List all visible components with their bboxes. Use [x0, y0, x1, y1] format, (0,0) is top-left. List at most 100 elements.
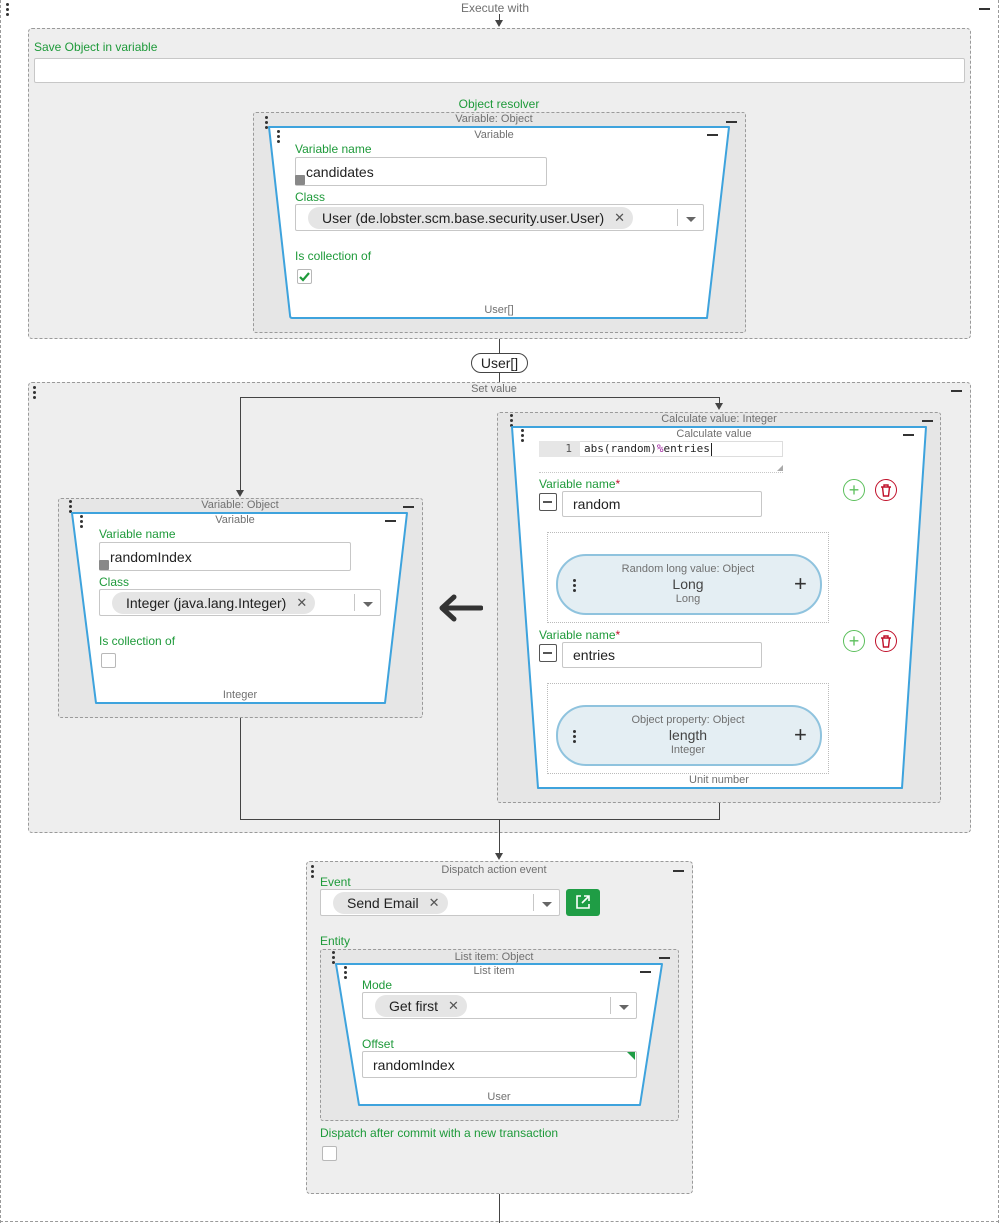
chevron-down-icon[interactable]: [363, 602, 373, 607]
index-class-select[interactable]: Integer (java.lang.Integer) ✕: [99, 589, 381, 616]
index-is-collection-checkbox[interactable]: [101, 653, 116, 668]
index-varname-input[interactable]: randomIndex: [99, 542, 351, 571]
expand-icon[interactable]: [99, 560, 109, 570]
code-line-gutter: 1: [539, 441, 580, 457]
outer-collapse-button[interactable]: [979, 8, 990, 10]
object-property-name: length: [668, 727, 708, 743]
random-long-menu[interactable]: [573, 579, 577, 592]
checkmark-icon: [299, 272, 310, 282]
add-circle-icon[interactable]: +: [843, 479, 865, 501]
variable-card-menu[interactable]: [277, 130, 281, 143]
remove-chip-icon[interactable]: ✕: [448, 998, 459, 1014]
class-select[interactable]: User (de.lobster.scm.base.security.user.…: [295, 204, 704, 231]
variable-object-title: Variable: Object: [455, 113, 533, 125]
list-item-card-menu[interactable]: [344, 966, 348, 979]
trash-icon[interactable]: [875, 630, 897, 652]
variable-card-title: Variable: [474, 129, 514, 141]
class-chip-label: User (de.lobster.scm.base.security.user.…: [322, 210, 605, 226]
execute-with-title: Execute with: [460, 1, 530, 15]
mode-chip[interactable]: Get first ✕: [375, 995, 467, 1017]
object-property-menu[interactable]: [573, 730, 577, 743]
var2-label-text: Variable name: [539, 628, 616, 642]
offset-label: Offset: [362, 1037, 394, 1051]
object-resolver-label: Object resolver: [458, 97, 540, 111]
calculate-value-footer: Unit number: [689, 774, 749, 786]
code-editor[interactable]: 1 abs(random)%entries: [539, 441, 783, 473]
add-circle-icon[interactable]: +: [843, 630, 865, 652]
dispatch-menu[interactable]: [311, 865, 315, 878]
trash-glyph-icon: [881, 483, 891, 497]
var2-label: Variable name*: [539, 628, 620, 642]
variable-name-input[interactable]: candidates: [295, 157, 547, 186]
save-object-label: Save Object in variable: [34, 40, 158, 54]
event-chip[interactable]: Send Email ✕: [333, 892, 448, 914]
expand-icon[interactable]: [295, 175, 305, 185]
event-label: Event: [320, 875, 351, 889]
external-link-button[interactable]: [566, 889, 600, 916]
mode-select[interactable]: Get first ✕: [362, 992, 637, 1019]
variable-object-collapse[interactable]: [726, 121, 737, 123]
offset-input[interactable]: randomIndex: [362, 1051, 637, 1078]
dispatch-title: Dispatch action event: [441, 864, 547, 876]
index-class-chip[interactable]: Integer (java.lang.Integer) ✕: [112, 592, 316, 614]
chevron-down-icon[interactable]: [619, 1005, 629, 1010]
add-icon[interactable]: +: [794, 573, 807, 595]
event-select[interactable]: Send Email ✕: [320, 889, 560, 916]
external-link-icon: [576, 895, 590, 909]
variable-index-collapse[interactable]: [403, 506, 414, 508]
save-object-input[interactable]: [34, 58, 965, 83]
variable-card-footer: User[]: [484, 304, 514, 316]
variable-index-card-collapse[interactable]: [385, 520, 396, 522]
collapse-square-icon[interactable]: [539, 644, 557, 662]
chevron-down-icon[interactable]: [686, 217, 696, 222]
list-item-collapse[interactable]: [659, 957, 670, 959]
list-item-inner-title: List item: [473, 965, 515, 977]
calculate-value-inner-title: Calculate value: [676, 428, 752, 440]
dispatch-collapse[interactable]: [673, 870, 684, 872]
code-line-number: 1: [565, 442, 572, 455]
code-text-2: entries: [663, 442, 710, 455]
chevron-down-icon[interactable]: [542, 902, 552, 907]
index-is-collection-label: Is collection of: [99, 634, 176, 648]
remove-chip-icon[interactable]: ✕: [614, 210, 625, 226]
class-chip[interactable]: User (de.lobster.scm.base.security.user.…: [308, 207, 634, 229]
set-value-menu[interactable]: [33, 386, 37, 399]
random-long-name: Long: [672, 576, 704, 592]
set-value-title: Set value: [471, 383, 517, 395]
resize-handle-icon[interactable]: [777, 465, 783, 471]
collapse-square-icon[interactable]: [539, 493, 557, 511]
required-marker: *: [615, 477, 621, 491]
type-badge: User[]: [471, 353, 528, 373]
calculate-value-card-collapse[interactable]: [903, 434, 914, 436]
variable-index-card-menu[interactable]: [80, 515, 84, 528]
calculate-value-card-menu[interactable]: [521, 429, 525, 442]
var2-input[interactable]: entries: [562, 642, 762, 668]
after-commit-label: Dispatch after commit with a new transac…: [320, 1126, 559, 1140]
set-value-collapse[interactable]: [951, 390, 962, 392]
index-class-label: Class: [99, 575, 130, 589]
calculate-value-collapse[interactable]: [922, 420, 933, 422]
remove-chip-icon[interactable]: ✕: [429, 895, 440, 911]
trash-glyph-icon: [881, 634, 891, 648]
object-property-type: Integer: [670, 744, 706, 756]
object-property-title: Object property: Object: [631, 714, 745, 726]
var1-label-text: Variable name: [539, 477, 616, 491]
variable-index-inner-title: Variable: [215, 514, 255, 526]
random-long-type: Long: [675, 593, 701, 605]
after-commit-checkbox[interactable]: [322, 1146, 337, 1161]
trash-icon[interactable]: [875, 479, 897, 501]
code-line: abs(random)%entries: [584, 441, 712, 457]
required-marker: *: [615, 628, 621, 642]
remove-chip-icon[interactable]: ✕: [296, 595, 307, 611]
variable-index-outer-title: Variable: Object: [201, 499, 279, 511]
is-collection-checkbox[interactable]: [297, 269, 312, 284]
var1-input[interactable]: random: [562, 491, 762, 517]
var1-label: Variable name*: [539, 477, 620, 491]
index-varname-label: Variable name: [99, 527, 176, 541]
list-item-footer: User: [487, 1091, 511, 1103]
calculate-value-outer-title: Calculate value: Integer: [661, 413, 777, 425]
variable-card-collapse[interactable]: [707, 134, 718, 136]
outer-menu-dots[interactable]: [6, 3, 10, 16]
add-icon[interactable]: +: [794, 724, 807, 746]
list-item-card-collapse[interactable]: [640, 971, 651, 973]
